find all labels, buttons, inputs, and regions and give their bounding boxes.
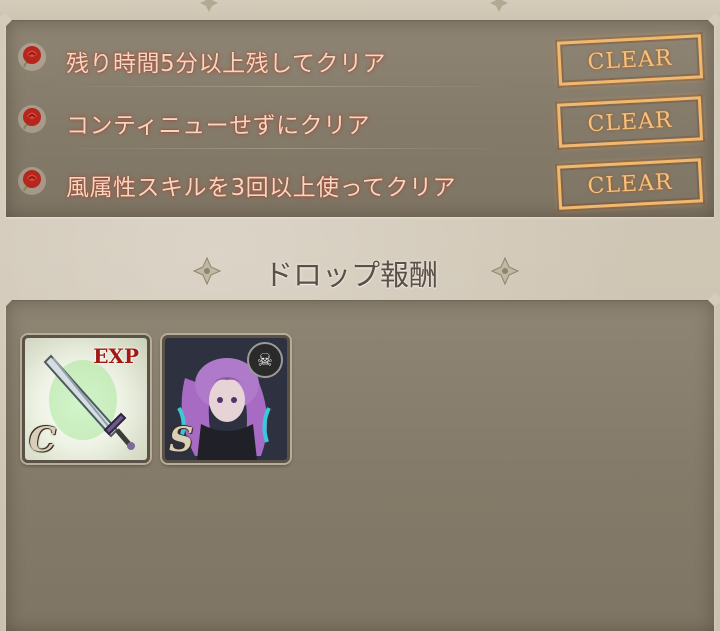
ornament-icon [192, 256, 222, 286]
mission-row: 風属性スキルを3回以上使ってクリア CLEAR [6, 151, 714, 211]
reward-card-character[interactable]: ☠ S [162, 335, 290, 463]
skull-icon: ☠ [247, 342, 283, 378]
divider [52, 148, 514, 149]
rose-icon [18, 105, 46, 133]
mission-row: コンティニューせずにクリア CLEAR [6, 89, 714, 149]
mission-list-panel: 残り時間5分以上残してクリア CLEAR コンティニューせずにクリア CLEAR [6, 20, 714, 217]
ornament-icon [490, 256, 520, 286]
ornament-icon [490, 0, 508, 12]
top-header-strip [0, 0, 720, 22]
rank-label: S [169, 420, 194, 460]
rank-label: C [29, 420, 57, 460]
ornament-icon [200, 0, 218, 12]
clear-badge: CLEAR [556, 34, 704, 86]
clear-badge: CLEAR [556, 96, 704, 148]
mission-text: 風属性スキルを3回以上使ってクリア [66, 175, 456, 201]
exp-label: EXP [93, 344, 139, 368]
mission-text: 残り時間5分以上残してクリア [66, 51, 386, 77]
clear-badge: CLEAR [556, 158, 704, 210]
rose-icon [18, 167, 46, 195]
mission-text: コンティニューせずにクリア [66, 113, 371, 139]
reward-card-exp-weapon[interactable]: EXP C [22, 335, 150, 463]
divider [52, 86, 514, 87]
drop-reward-header: ドロップ報酬 [0, 242, 720, 298]
quest-result-screen: 残り時間5分以上残してクリア CLEAR コンティニューせずにクリア CLEAR [0, 0, 720, 631]
rose-icon [18, 43, 46, 71]
section-title: ドロップ報酬 [264, 258, 439, 292]
mission-row: 残り時間5分以上残してクリア CLEAR [6, 27, 714, 87]
